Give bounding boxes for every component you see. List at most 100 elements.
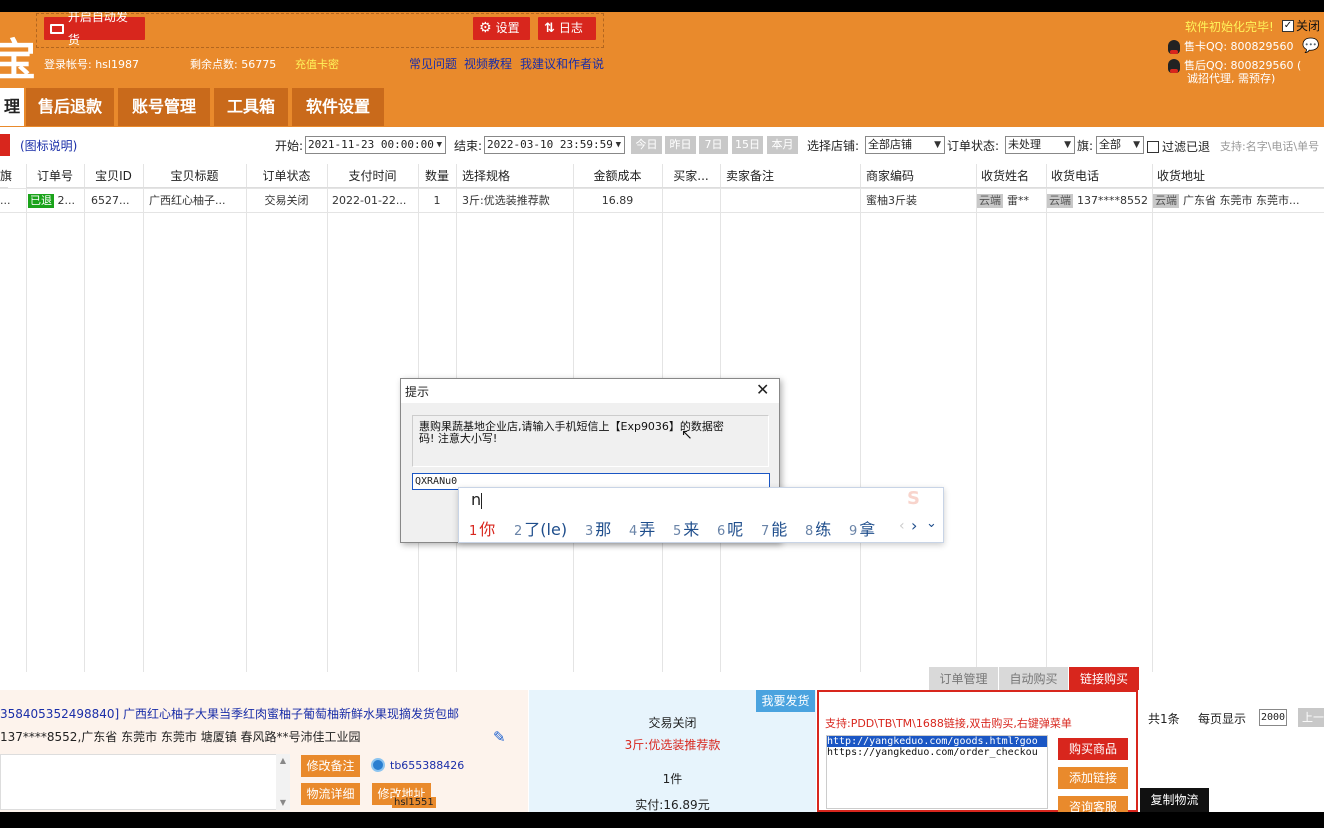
per-page-input[interactable]: 2000 [1259, 709, 1287, 726]
video-tutorial-link[interactable]: 视频教程 [464, 55, 512, 72]
quick-month-button[interactable]: 本月 [767, 136, 798, 154]
logistics-detail-button[interactable]: 物流详细 [301, 783, 360, 805]
col-header-buyer[interactable]: 买家... [662, 164, 720, 188]
col-header-item-id[interactable]: 宝贝ID [84, 164, 143, 188]
cell-qty[interactable]: 1 [418, 189, 456, 213]
sort-arrows-icon: ⇅ [544, 21, 555, 36]
ime-candidate-6[interactable]: 6呢 [717, 516, 743, 540]
red-marker-button[interactable] [0, 134, 10, 156]
col-header-cost[interactable]: 金额成本 [573, 164, 662, 188]
close-icon[interactable]: ✕ [756, 380, 769, 399]
cell-spec[interactable]: 3斤:优选装推荐款 [462, 189, 573, 213]
end-datetime-picker[interactable]: 2022-03-10 23:59:59 ▼ [484, 136, 625, 154]
edit-pencil-icon[interactable]: ✎ [493, 728, 506, 746]
status-label: 订单状态: [947, 139, 1000, 153]
bottom-tab-link-buy[interactable]: 链接购买 [1069, 667, 1139, 691]
tab-after-sale-refund[interactable]: 售后退款 [26, 88, 114, 126]
copy-logistics-button[interactable]: 复制物流 [1140, 788, 1209, 812]
filter-refunded-checkbox[interactable]: 过滤已退 [1147, 138, 1210, 155]
cell-seller-note[interactable] [726, 189, 860, 213]
aftersale-qq[interactable]: 售后QQ: 800829560 ( 诚招代理, 需预存) [1168, 59, 1301, 85]
log-button[interactable]: ⇅ 日志 [538, 17, 596, 40]
cloud-tag: 云端 [1047, 194, 1073, 208]
close-checkbox[interactable]: ✓ 关闭 [1282, 17, 1320, 34]
buy-item-button[interactable]: 购买商品 [1058, 738, 1128, 760]
edit-note-button[interactable]: 修改备注 [301, 755, 360, 777]
cell-flag[interactable]: ... [0, 189, 24, 213]
ime-prev-icon[interactable]: ‹ [899, 518, 905, 534]
cell-cost[interactable]: 16.89 [573, 189, 662, 213]
col-header-receiver-name[interactable]: 收货姓名 [976, 164, 1046, 188]
ime-candidate-5[interactable]: 5来 [673, 516, 699, 540]
auto-ship-button[interactable]: 开启自动发货 [44, 12, 145, 47]
cell-order-no[interactable]: 已退 2... [28, 189, 84, 213]
tab-toolbox[interactable]: 工具箱 [214, 88, 288, 126]
shop-select[interactable]: 全部店铺 ▼ [865, 136, 945, 154]
link-list[interactable]: http://yangkeduo.com/goods.html?goo http… [826, 735, 1048, 809]
col-header-item-title[interactable]: 宝贝标题 [143, 164, 246, 188]
col-header-order-no[interactable]: 订单号 [26, 164, 84, 188]
ime-candidate-8[interactable]: 8练 [805, 516, 831, 540]
cell-item-title[interactable]: 广西红心柚子... [149, 189, 246, 213]
ime-next-icon[interactable]: › [911, 516, 917, 535]
ship-button[interactable]: 我要发货 [756, 690, 815, 712]
init-status: 软件初始化完毕! [1185, 20, 1274, 34]
presale-qq[interactable]: 售卡QQ: 800829560 [1168, 38, 1294, 54]
cell-receiver-name[interactable]: 云端 雷** [977, 189, 1046, 213]
col-header-merchant-code[interactable]: 商家编码 [860, 164, 976, 188]
ime-candidate-7[interactable]: 7能 [761, 516, 787, 540]
bottom-tab-order-management[interactable]: 订单管理 [929, 667, 998, 691]
ime-candidate-3[interactable]: 3那 [585, 516, 611, 540]
ime-expand-icon[interactable]: ⌄ [926, 516, 937, 531]
tab-account-management[interactable]: 账号管理 [118, 88, 210, 126]
cell-buyer[interactable] [666, 189, 720, 213]
cell-receiver-address[interactable]: 云端 广东省 东莞市 东莞市... [1153, 189, 1324, 213]
faq-link[interactable]: 常见问题 [409, 55, 457, 72]
bottom-tab-auto-buy[interactable]: 自动购买 [999, 667, 1068, 691]
add-link-button[interactable]: 添加链接 [1058, 767, 1128, 789]
detail-title[interactable]: 358405352498840] 广西红心柚子大果当季红肉蜜柚子葡萄柚新鲜水果现… [0, 705, 459, 722]
quick-15d-button[interactable]: 15日 [732, 136, 763, 154]
ime-candidate-4[interactable]: 4弄 [629, 516, 655, 540]
cell-pay-time[interactable]: 2022-01-22... [332, 189, 418, 213]
link-item-selected[interactable]: http://yangkeduo.com/goods.html?goo [827, 736, 1047, 747]
quick-today-button[interactable]: 今日 [631, 136, 662, 154]
col-header-order-status[interactable]: 订单状态 [246, 164, 327, 188]
consult-service-button[interactable]: 咨询客服 [1058, 796, 1128, 812]
tab-order-management[interactable]: 理 [0, 88, 24, 126]
col-header-flag[interactable]: 旗 [0, 164, 12, 188]
suggestion-link[interactable]: 我建议和作者说 [520, 55, 604, 72]
settings-button[interactable]: ⚙ 设置 [473, 17, 530, 40]
wangwang-icon [371, 758, 385, 772]
start-datetime-picker[interactable]: 2021-11-23 00:00:00 ▼ [305, 136, 446, 154]
wangwang-contact[interactable]: tb655388426 [371, 758, 464, 772]
ime-candidate-9[interactable]: 9拿 [849, 516, 875, 540]
cell-receiver-phone[interactable]: 云端 137****8552 [1047, 189, 1152, 213]
note-textarea[interactable] [0, 754, 290, 810]
tab-software-settings[interactable]: 软件设置 [292, 88, 384, 126]
recharge-link[interactable]: 充值卡密 [295, 56, 339, 72]
flag-select[interactable]: 全部 ▼ [1096, 136, 1144, 154]
wechat-icon[interactable]: 💬 [1302, 38, 1319, 54]
col-header-receiver-phone[interactable]: 收货电话 [1046, 164, 1152, 188]
prev-page-button[interactable]: 上一 [1298, 708, 1324, 727]
col-header-seller-note[interactable]: 卖家备注 [720, 164, 860, 188]
order-status-select[interactable]: 未处理 ▼ [1005, 136, 1075, 154]
ime-candidate-1[interactable]: 1你 [469, 516, 495, 540]
cell-merchant-code[interactable]: 蜜柚3斤装 [866, 189, 976, 213]
quick-7d-button[interactable]: 7日 [699, 136, 728, 154]
note-scrollbar[interactable]: ▲ ▼ [276, 754, 290, 810]
quick-yesterday-button[interactable]: 昨日 [665, 136, 696, 154]
col-header-pay-time[interactable]: 支付时间 [327, 164, 418, 188]
ime-logo-icon: S [907, 488, 920, 509]
col-header-receiver-address[interactable]: 收货地址 [1152, 164, 1324, 188]
app-window: 宝 开启自动发货 ⚙ 设置 ⇅ 日志 登录帐号: hsl1987 剩余点数: 5… [0, 12, 1324, 812]
ime-candidate-2[interactable]: 2 了(le) [514, 516, 567, 540]
cell-order-status[interactable]: 交易关闭 [246, 189, 327, 213]
col-header-qty[interactable]: 数量 [418, 164, 456, 188]
icon-legend-link[interactable]: (图标说明) [20, 137, 77, 154]
cell-item-id[interactable]: 6527... [91, 189, 143, 213]
col-header-spec[interactable]: 选择规格 [456, 164, 573, 188]
link-item[interactable]: https://yangkeduo.com/order_checkou [827, 747, 1047, 758]
checkbox-checked-icon: ✓ [1282, 19, 1294, 32]
